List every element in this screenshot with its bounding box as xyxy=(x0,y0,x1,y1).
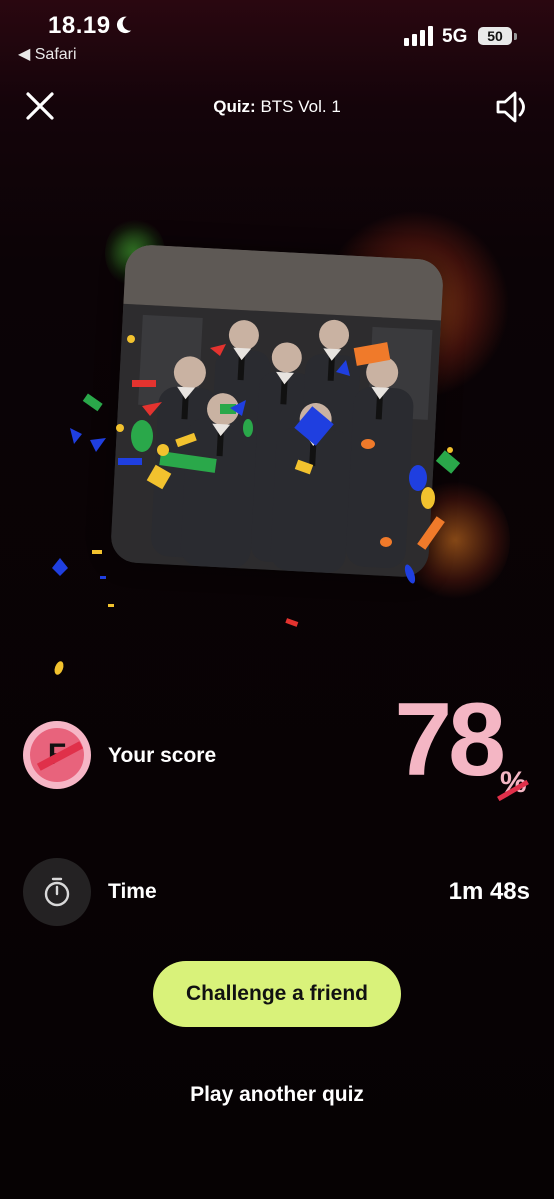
time-value: 1m 48s xyxy=(448,878,530,905)
quiz-result-screen: 18.19 ◀ Safari 5G 50 Quiz: BTS Vol. 1 Yo… xyxy=(0,0,554,1199)
battery-indicator: 50 xyxy=(478,27,512,45)
score-label: Your score xyxy=(108,744,217,767)
status-time: 18.19 xyxy=(48,12,111,39)
timer-badge xyxy=(23,858,91,926)
network-type: 5G xyxy=(442,26,468,47)
quiz-title-name: BTS Vol. 1 xyxy=(260,97,341,116)
battery-nub xyxy=(514,33,517,40)
speaker-icon[interactable] xyxy=(494,88,532,126)
play-another-quiz-link[interactable]: Play another quiz xyxy=(0,1083,554,1107)
time-label: Time xyxy=(108,880,157,903)
quiz-cover-image xyxy=(109,243,445,579)
back-to-app-link[interactable]: ◀ Safari xyxy=(18,44,77,64)
score-value: 78 xyxy=(394,682,506,798)
quiz-title: Quiz: BTS Vol. 1 xyxy=(0,97,554,117)
stopwatch-icon xyxy=(44,877,70,907)
grade-badge: F xyxy=(23,721,91,789)
challenge-friend-button[interactable]: Challenge a friend xyxy=(153,961,401,1027)
quiz-title-label: Quiz: xyxy=(213,97,256,116)
grade-badge-inner: F xyxy=(30,728,84,782)
signal-icon xyxy=(404,26,433,46)
moon-icon xyxy=(116,16,132,34)
